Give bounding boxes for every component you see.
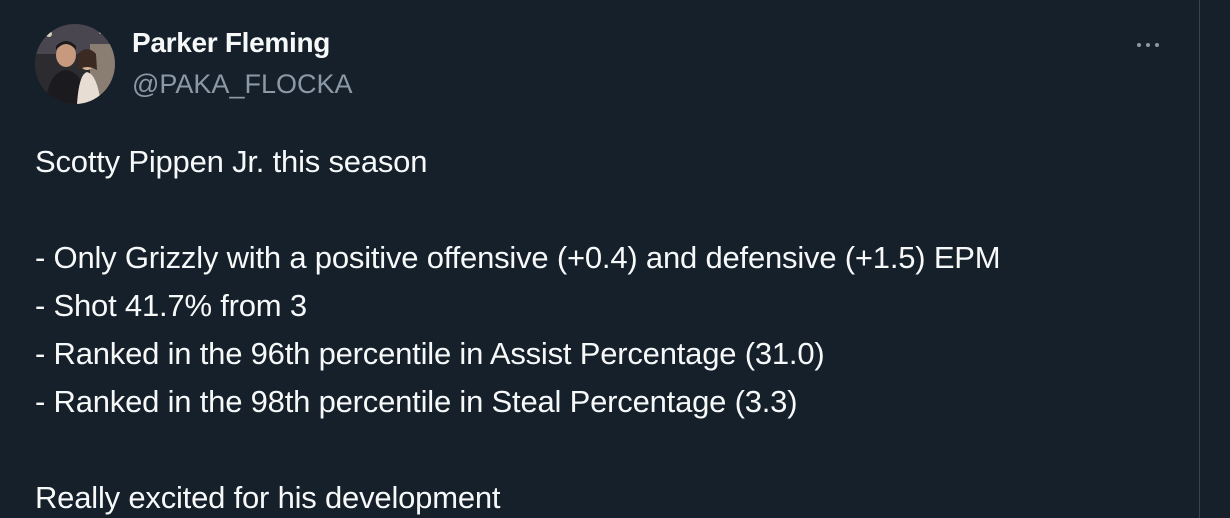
tweet-text: Scotty Pippen Jr. this season - Only Gri… (35, 138, 1185, 518)
tweet-line: - Ranked in the 96th percentile in Assis… (35, 336, 825, 371)
tweet-line: Really excited for his development (35, 480, 501, 515)
tweet-card: Parker Fleming @PAKA_FLOCKA Scotty Pippe… (0, 0, 1200, 518)
tweet-line: - Ranked in the 98th percentile in Steal… (35, 384, 798, 419)
tweet-line: - Only Grizzly with a positive offensive… (35, 240, 1001, 275)
avatar[interactable] (35, 24, 115, 104)
tweet-line (35, 186, 1185, 234)
right-gutter (1201, 0, 1230, 518)
author-handle[interactable]: @PAKA_FLOCKA (132, 69, 352, 100)
tweet-line (35, 426, 1185, 474)
tweet-line: Scotty Pippen Jr. this season (35, 144, 428, 179)
author-display-name[interactable]: Parker Fleming (132, 27, 330, 59)
more-button[interactable] (1128, 30, 1168, 60)
tweet-line: - Shot 41.7% from 3 (35, 288, 307, 323)
more-horizontal-icon (1135, 43, 1162, 47)
